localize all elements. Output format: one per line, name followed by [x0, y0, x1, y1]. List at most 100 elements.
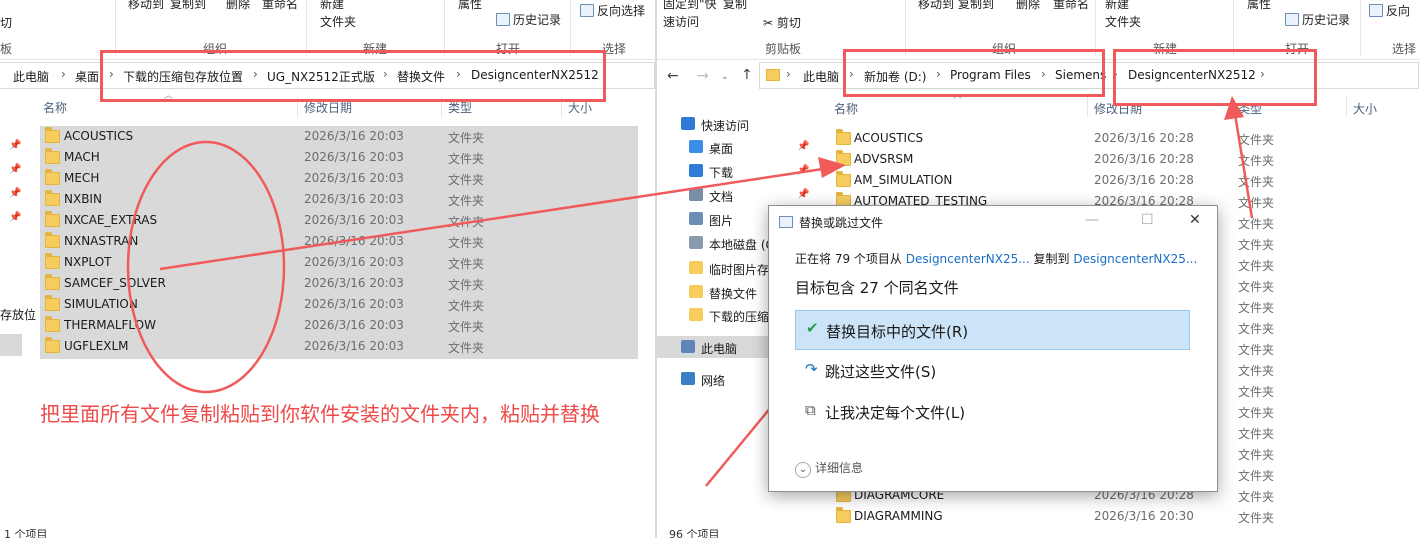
file-type: 文件夹	[1238, 448, 1275, 462]
file-type: 文件夹	[448, 299, 485, 313]
file-row[interactable]: NXNASTRAN 2026/3/16 20:03 文件夹	[40, 231, 638, 252]
rename-button[interactable]: 重命名	[262, 0, 298, 12]
file-row[interactable]: UGFLEXLM 2026/3/16 20:03 文件夹	[40, 336, 638, 357]
file-type: 文件夹	[448, 194, 485, 208]
file-row[interactable]: ADVSRSM 2026/3/16 20:28 文件夹	[833, 149, 1421, 170]
file-type: 文件夹	[1238, 406, 1275, 420]
file-row[interactable]: NXBIN 2026/3/16 20:03 文件夹	[40, 189, 638, 210]
history-icon	[1285, 13, 1299, 26]
chevron-right-icon[interactable]: ›	[61, 67, 66, 81]
move-to-button[interactable]: 移动到	[918, 0, 954, 12]
new-folder-button[interactable]: 新建 文件夹	[1105, 0, 1141, 31]
file-row[interactable]: SAMCEF_SOLVER 2026/3/16 20:03 文件夹	[40, 273, 638, 294]
column-name[interactable]: 名称	[834, 100, 858, 117]
pin-icon[interactable]: 📌	[9, 164, 21, 175]
pin-icon[interactable]: 📌	[9, 140, 21, 151]
minimize-icon[interactable]: —	[1085, 212, 1099, 228]
skip-files-option[interactable]: ↷ 跳过这些文件(S)	[795, 351, 1190, 391]
group-clipboard-label: 板	[0, 42, 13, 56]
file-type: 文件夹	[1238, 490, 1275, 504]
folder-icon	[689, 261, 703, 274]
nav-item-label: 替换文件	[709, 287, 758, 301]
back-arrow-icon[interactable]: ←	[667, 68, 679, 84]
file-row[interactable]: ACOUSTICS 2026/3/16 20:03 文件夹	[40, 126, 638, 147]
file-row[interactable]: AM_SIMULATION 2026/3/16 20:28 文件夹	[833, 170, 1421, 191]
pin-icon[interactable]: 📌	[797, 189, 809, 200]
delete-button[interactable]: 删除	[226, 0, 250, 12]
nav-item[interactable]: 桌面 📌	[657, 136, 809, 158]
decide-each-option[interactable]: ⧉ 让我决定每个文件(L)	[795, 392, 1190, 432]
checkmark-icon: ✔	[806, 319, 819, 337]
nav-item[interactable]: 存放位	[0, 306, 36, 323]
invert-selection-button[interactable]: 反向	[1369, 2, 1410, 19]
folder-icon	[45, 295, 60, 311]
file-row[interactable]: THERMALFLOW 2026/3/16 20:03 文件夹	[40, 315, 638, 336]
copy-to-button[interactable]: 复制到	[958, 0, 994, 12]
file-type: 文件夹	[448, 341, 485, 355]
column-name[interactable]: 名称	[43, 99, 67, 116]
copy-button[interactable]: 复制	[723, 0, 747, 12]
properties-button[interactable]: 属性	[458, 0, 482, 12]
file-row[interactable]: MACH 2026/3/16 20:03 文件夹	[40, 147, 638, 168]
replace-files-option[interactable]: ✔ 替换目标中的文件(R)	[795, 310, 1190, 350]
move-to-button[interactable]: 移动到	[128, 0, 164, 12]
rename-button[interactable]: 重命名	[1053, 0, 1089, 12]
close-icon[interactable]: ✕	[1189, 212, 1201, 228]
pin-quick-access-button[interactable]: 固定到"快 速访问	[663, 0, 717, 31]
chevron-right-icon[interactable]: ›	[786, 67, 791, 81]
file-type: 文件夹	[1238, 238, 1275, 252]
pin-icon[interactable]: 📌	[9, 212, 21, 223]
maximize-icon[interactable]: ☐	[1141, 212, 1154, 228]
pin-icon[interactable]: 📌	[797, 141, 809, 152]
file-name: UGFLEXLM	[64, 339, 129, 353]
file-date: 2026/3/16 20:03	[304, 234, 404, 248]
nav-item[interactable]: 下载 📌	[657, 160, 809, 182]
scissors-icon: ✂	[763, 16, 777, 30]
nav-item[interactable]: 快速访问	[657, 113, 807, 135]
history-button[interactable]: 历史记录	[496, 11, 561, 28]
file-row[interactable]: NXCAE_EXTRAS 2026/3/16 20:03 文件夹	[40, 210, 638, 231]
copy-progress-line: 正在将 79 个项目从 DesigncenterNX25... 复制到 Desi…	[795, 250, 1197, 267]
copy-to-button[interactable]: 复制到	[170, 0, 206, 12]
up-arrow-icon[interactable]: ↑	[741, 67, 753, 83]
history-icon	[496, 13, 510, 26]
recent-dropdown-icon[interactable]: ⌄	[721, 72, 729, 82]
history-button[interactable]: 历史记录	[1285, 11, 1350, 28]
left-file-list: ACOUSTICS 2026/3/16 20:03 文件夹 MACH 2026/3/16…	[40, 126, 638, 359]
cut-button[interactable]: ✂ 剪切	[763, 14, 801, 31]
more-details-button[interactable]: ⌄ 详细信息	[795, 459, 863, 478]
file-type: 文件夹	[448, 131, 485, 145]
properties-button[interactable]: 属性	[1247, 0, 1271, 12]
file-row[interactable]: MECH 2026/3/16 20:03 文件夹	[40, 168, 638, 189]
breadcrumb-item[interactable]: 此电脑	[803, 68, 839, 85]
file-date: 2026/3/16 20:28	[1094, 131, 1194, 145]
file-type: 文件夹	[1238, 280, 1275, 294]
destination-link[interactable]: DesigncenterNX25...	[1073, 252, 1197, 266]
file-row[interactable]: NXPLOT 2026/3/16 20:03 文件夹	[40, 252, 638, 273]
copy-dialog-icon	[779, 216, 793, 228]
column-size[interactable]: 大小	[1353, 100, 1377, 117]
file-row[interactable]: ACOUSTICS 2026/3/16 20:28 文件夹	[833, 128, 1421, 149]
invert-selection-button[interactable]: 反向选择	[580, 2, 645, 19]
folder-icon	[45, 127, 60, 143]
file-type: 文件夹	[1238, 217, 1275, 231]
breadcrumb-item[interactable]: 桌面	[75, 68, 99, 85]
forward-arrow-icon[interactable]: →	[697, 68, 709, 84]
pin-icon[interactable]: 📌	[9, 188, 21, 199]
nav-item-selected[interactable]	[0, 334, 22, 356]
right-path-highlight	[843, 49, 1105, 97]
new-folder-button[interactable]: 新建 文件夹	[320, 0, 356, 31]
pin-icon[interactable]: 📌	[797, 165, 809, 176]
source-link[interactable]: DesigncenterNX25...	[906, 252, 1030, 266]
nav-item-label: 文档	[709, 190, 734, 204]
download-icon	[689, 164, 703, 177]
file-type: 文件夹	[1238, 469, 1275, 483]
file-date: 2026/3/16 20:28	[1094, 152, 1194, 166]
file-row[interactable]: SIMULATION 2026/3/16 20:03 文件夹	[40, 294, 638, 315]
delete-button[interactable]: 删除	[1016, 0, 1040, 12]
folder-icon	[689, 308, 703, 321]
cut-button[interactable]: 切	[0, 14, 12, 31]
file-row[interactable]: DIAGRAMMING 2026/3/16 20:30 文件夹	[833, 506, 1421, 527]
breadcrumb-item[interactable]: 此电脑	[13, 68, 49, 85]
nav-item[interactable]: 文档 📌	[657, 184, 809, 206]
